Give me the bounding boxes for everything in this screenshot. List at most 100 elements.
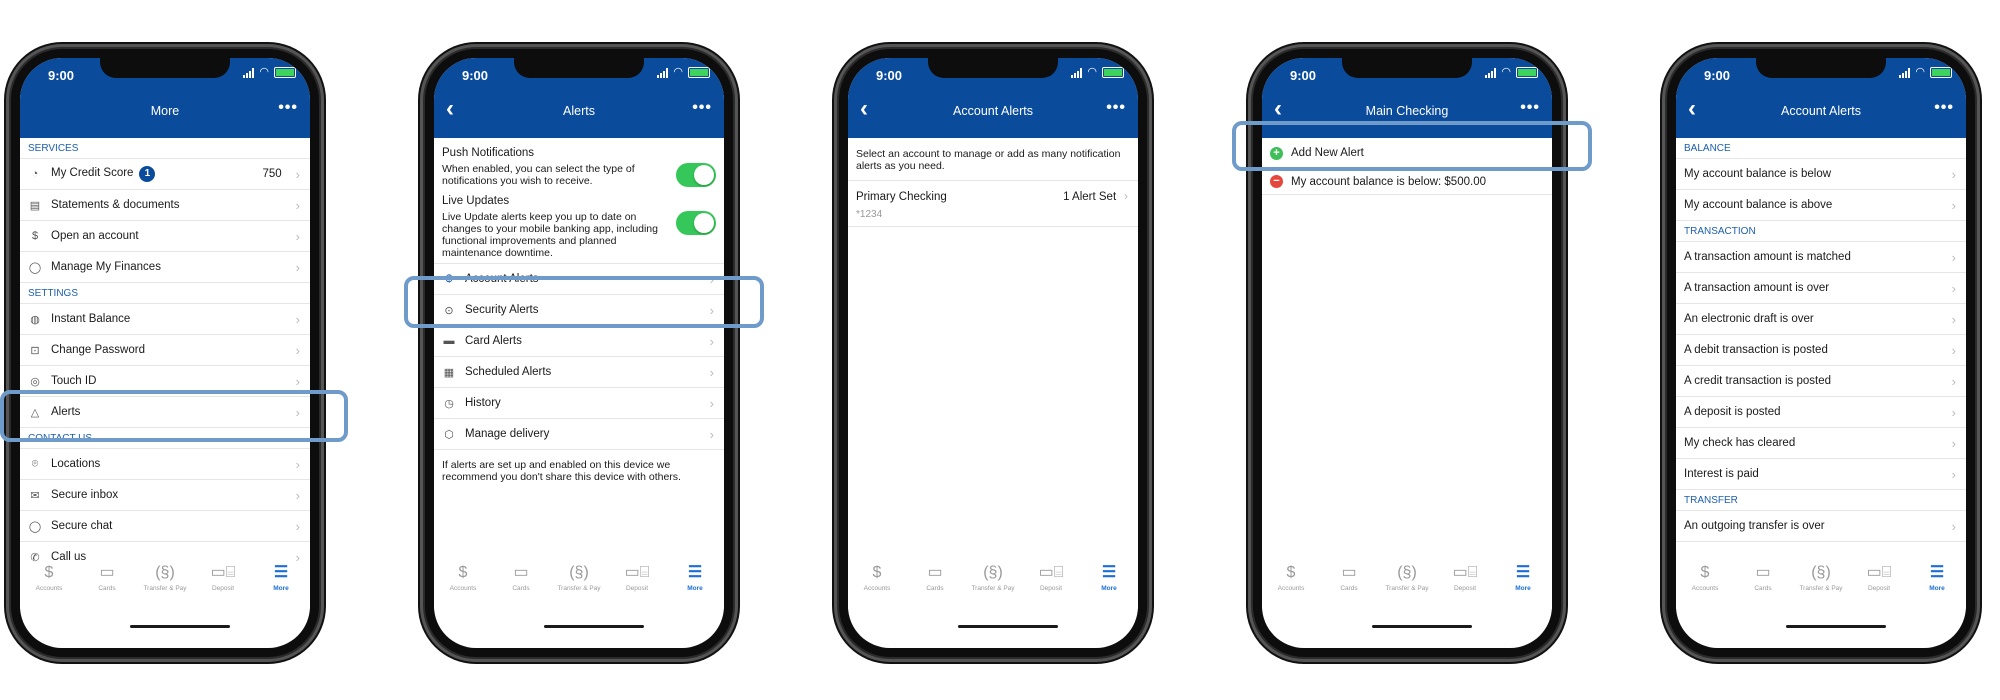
list-item-electronic-draft[interactable]: An electronic draft is over ›: [1676, 304, 1966, 335]
phone-account-alerts-screen: 9:00 ◠ ‹ Account Alerts ••• Select an ac…: [834, 44, 1152, 662]
list-item-label: Instant Balance: [51, 313, 131, 325]
ellipsis-menu-icon[interactable]: •••: [692, 99, 712, 117]
highlight-account-alerts-row: [404, 276, 764, 328]
chevron-right-icon: ›: [295, 456, 300, 472]
more-icon: ☰: [273, 564, 289, 581]
transfer-icon: (§): [569, 564, 589, 581]
chevron-right-icon: ›: [709, 426, 714, 442]
list-item-label: A credit transaction is posted: [1684, 375, 1832, 387]
list-item-secure-chat[interactable]: ◯ Secure chat ›: [20, 511, 310, 542]
tab-accounts[interactable]: $ Accounts: [1676, 563, 1734, 609]
notch: [100, 58, 230, 78]
list-item-manage-delivery[interactable]: ⬡ Manage delivery ›: [434, 419, 724, 450]
list-item-balance-below[interactable]: My account balance is below ›: [1676, 159, 1966, 190]
status-icons: ◠: [1071, 67, 1124, 78]
section-header: TRANSACTION: [1676, 221, 1966, 242]
tab-transfer-pay[interactable]: (§) Transfer & Pay: [964, 563, 1022, 609]
list-item-label: Secure chat: [51, 520, 113, 532]
tab-accounts[interactable]: $ Accounts: [20, 563, 78, 609]
back-chevron-icon[interactable]: ‹: [1274, 97, 1282, 121]
tab-transfer-pay[interactable]: (§) Transfer & Pay: [1792, 563, 1850, 609]
list-item-locations[interactable]: ⌾ Locations ›: [20, 449, 310, 480]
list-item-transaction-over[interactable]: A transaction amount is over ›: [1676, 273, 1966, 304]
remove-circle-icon[interactable]: −: [1270, 175, 1283, 188]
wifi-icon: ◠: [1915, 66, 1925, 78]
tab-more[interactable]: ☰ More: [1494, 563, 1552, 609]
page-title: Account Alerts: [953, 104, 1033, 118]
tab-deposit[interactable]: ▭⌸ Deposit: [1022, 563, 1080, 609]
list-item-check-cleared[interactable]: My check has cleared ›: [1676, 428, 1966, 459]
list-item-call-us[interactable]: ✆ Call us ›: [20, 542, 310, 564]
tab-transfer-pay[interactable]: (§) Transfer & Pay: [1378, 563, 1436, 609]
ellipsis-menu-icon[interactable]: •••: [1520, 99, 1540, 117]
tab-cards[interactable]: ▭ Cards: [492, 563, 550, 609]
page-title: More: [150, 104, 180, 118]
tab-accounts[interactable]: $ Accounts: [1262, 563, 1320, 609]
list-item-instant-balance[interactable]: ◍ Instant Balance ›: [20, 304, 310, 335]
battery-icon: [1930, 67, 1952, 78]
account-alerts-intro: Select an account to manage or add as ma…: [848, 138, 1138, 181]
list-item-manage-finances[interactable]: ◯ Manage My Finances ›: [20, 252, 310, 283]
tab-more[interactable]: ☰ More: [666, 563, 724, 609]
list-item-card-alerts[interactable]: ▬ Card Alerts ›: [434, 326, 724, 357]
list-item-change-password[interactable]: ⊡ Change Password ›: [20, 335, 310, 366]
list-item-transaction-matched[interactable]: A transaction amount is matched ›: [1676, 242, 1966, 273]
list-item-secure-inbox[interactable]: ✉ Secure inbox ›: [20, 480, 310, 511]
more-list: SERVICES ◔ My Credit Score 1 750 › ▤ Stat…: [20, 138, 310, 563]
deposit-icon: ▭⌸: [1866, 564, 1892, 581]
tab-more[interactable]: ☰ More: [1908, 563, 1966, 609]
list-item-credit-score[interactable]: ◔ My Credit Score 1 750 ›: [20, 159, 310, 190]
ellipsis-menu-icon[interactable]: •••: [1106, 99, 1126, 117]
section-header: SERVICES: [20, 138, 310, 159]
list-item-interest-paid[interactable]: Interest is paid ›: [1676, 459, 1966, 490]
list-item-outgoing-transfer[interactable]: An outgoing transfer is over ›: [1676, 511, 1966, 542]
account-row-primary-checking[interactable]: Primary Checking 1 Alert Set › *1234: [848, 181, 1138, 227]
tab-cards[interactable]: ▭ Cards: [1320, 563, 1378, 609]
list-item-label: Scheduled Alerts: [465, 366, 552, 378]
back-chevron-icon[interactable]: ‹: [1688, 97, 1696, 121]
chevron-right-icon: ›: [1951, 466, 1956, 482]
tab-transfer-pay[interactable]: (§) Transfer & Pay: [136, 563, 194, 609]
back-chevron-icon[interactable]: ‹: [860, 97, 868, 121]
calendar-icon: ▦: [443, 366, 455, 379]
dollar-icon: $: [458, 564, 468, 581]
chevron-right-icon: ›: [709, 364, 714, 380]
tab-cards[interactable]: ▭ Cards: [1734, 563, 1792, 609]
signal-icon: [243, 67, 255, 78]
list-item-credit-posted[interactable]: A credit transaction is posted ›: [1676, 366, 1966, 397]
tab-cards[interactable]: ▭ Cards: [78, 563, 136, 609]
page-title: Account Alerts: [1781, 104, 1861, 118]
tab-accounts[interactable]: $ Accounts: [434, 563, 492, 609]
existing-alert-row[interactable]: − My account balance is below: $500.00: [1262, 169, 1552, 195]
chevron-right-icon: ›: [295, 228, 300, 244]
battery-icon: [1516, 67, 1538, 78]
chevron-right-icon: ›: [295, 166, 300, 182]
back-chevron-icon[interactable]: ‹: [446, 97, 454, 121]
chevron-right-icon: ›: [1951, 373, 1956, 389]
list-item-deposit-posted[interactable]: A deposit is posted ›: [1676, 397, 1966, 428]
tab-more[interactable]: ☰ More: [1080, 563, 1138, 609]
tab-deposit[interactable]: ▭⌸ Deposit: [608, 563, 666, 609]
ellipsis-menu-icon[interactable]: •••: [1934, 99, 1954, 117]
list-item-debit-posted[interactable]: A debit transaction is posted ›: [1676, 335, 1966, 366]
deposit-icon: ▭⌸: [624, 564, 650, 581]
tab-transfer-pay[interactable]: (§) Transfer & Pay: [550, 563, 608, 609]
tab-deposit[interactable]: ▭⌸ Deposit: [194, 563, 252, 609]
list-item-balance-above[interactable]: My account balance is above ›: [1676, 190, 1966, 221]
live-updates-toggle[interactable]: [676, 211, 716, 235]
tab-deposit[interactable]: ▭⌸ Deposit: [1436, 563, 1494, 609]
list-item-statements[interactable]: ▤ Statements & documents ›: [20, 190, 310, 221]
tab-cards[interactable]: ▭ Cards: [906, 563, 964, 609]
list-item-history[interactable]: ◷ History ›: [434, 388, 724, 419]
ellipsis-menu-icon[interactable]: •••: [278, 99, 298, 117]
tab-accounts[interactable]: $ Accounts: [848, 563, 906, 609]
list-item-label: History: [465, 397, 501, 409]
battery-icon: [274, 67, 296, 78]
more-icon: ☰: [1101, 564, 1117, 581]
tab-deposit[interactable]: ▭⌸ Deposit: [1850, 563, 1908, 609]
list-item-scheduled-alerts[interactable]: ▦ Scheduled Alerts ›: [434, 357, 724, 388]
list-item-label: Interest is paid: [1684, 468, 1759, 480]
list-item-open-account[interactable]: $ Open an account ›: [20, 221, 310, 252]
tab-more[interactable]: ☰ More: [252, 563, 310, 609]
push-notifications-toggle[interactable]: [676, 163, 716, 187]
